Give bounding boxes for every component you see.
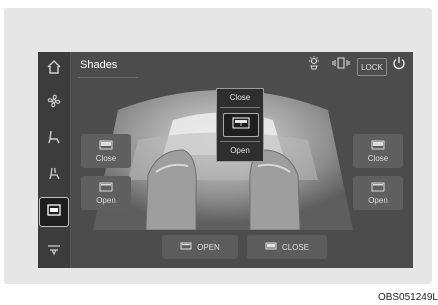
sunroof-close-button[interactable]: Close [217,93,263,102]
fan-icon [46,93,62,114]
interior-light-button[interactable] [306,55,322,75]
sidebar-item-seat[interactable] [38,124,70,154]
power-button[interactable] [390,56,408,75]
window-shade-icon [99,182,113,194]
light-icon [307,55,321,75]
sidebar-item-home[interactable] [38,54,70,84]
left-open-label: Open [96,195,116,205]
right-close-label: Close [367,153,389,163]
sunroof-open-button[interactable]: Open [217,146,263,155]
seat-icon [46,129,62,150]
figure-code: OBS051249L [377,292,438,303]
close-all-label: CLOSE [281,242,310,252]
window-shade-icon [371,182,385,194]
sunroof-shade-icon [232,116,250,134]
door-mirror-icon [331,56,351,75]
power-icon [392,56,406,75]
shade-open-icon [180,242,192,252]
door-mirror-button[interactable] [330,56,352,75]
open-all-label: OPEN [197,242,220,252]
divider [220,107,260,108]
sidebar [38,52,71,268]
left-shade-close-button[interactable]: Close [81,134,131,168]
left-close-label: Close [95,153,117,163]
right-shade-open-button[interactable]: Open [353,176,403,210]
sidebar-item-shades[interactable] [39,197,69,227]
window-shade-icon [371,140,385,152]
sunroof-shade-button[interactable] [223,113,259,137]
sidebar-item-climate[interactable] [38,88,70,118]
right-shade-close-button[interactable]: Close [353,134,403,168]
window-shade-icon [99,140,113,152]
infotainment-screen: Shades LOCK Close Open Close Open Close … [38,52,413,268]
divider [220,141,260,142]
left-shade-open-button[interactable]: Open [81,176,131,210]
shade-close-icon [265,242,277,252]
close-all-button[interactable]: CLOSE [247,235,327,259]
lock-button[interactable]: LOCK [357,58,387,76]
shade-icon [46,202,62,223]
more-icon [46,241,62,262]
page-title: Shades [80,59,118,71]
sidebar-item-seat-heat[interactable] [38,160,70,190]
sunroof-shade-popup: Close Open [216,88,264,162]
home-icon [46,59,62,80]
open-all-button[interactable]: OPEN [162,235,238,259]
title-underline [78,77,138,78]
sidebar-item-more[interactable] [38,236,70,266]
seat-heat-icon [46,165,62,186]
right-open-label: Open [368,195,388,205]
